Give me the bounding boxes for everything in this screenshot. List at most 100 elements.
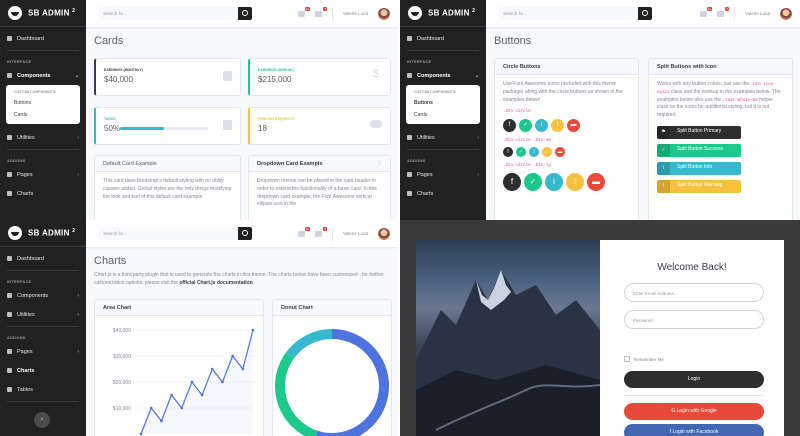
- sidebar-brand[interactable]: SB ADMIN 2: [400, 0, 486, 27]
- search-button[interactable]: [238, 227, 252, 240]
- search-button[interactable]: [238, 7, 252, 20]
- avatar[interactable]: [378, 7, 390, 20]
- sidebar-item-components[interactable]: Components ⌄: [0, 66, 86, 85]
- alerts-badge: 3+: [304, 6, 311, 11]
- trash-circle-button-sm[interactable]: ▬: [555, 147, 565, 158]
- bell-icon[interactable]: 3+: [700, 6, 713, 17]
- sidebar-item-utilities[interactable]: Utilities ›: [0, 128, 86, 147]
- check-circle-button-sm[interactable]: ✓: [516, 147, 526, 158]
- comments-icon: [370, 120, 382, 128]
- avatar[interactable]: [378, 227, 390, 240]
- sidebar-brand[interactable]: SB ADMIN 2: [0, 220, 86, 247]
- user-name[interactable]: Valerie Luna: [343, 231, 368, 236]
- folder-icon: [7, 172, 12, 177]
- dashboard-icon: [7, 256, 12, 261]
- check-icon: ✓: [657, 143, 670, 157]
- remember-me[interactable]: Remember Me: [624, 356, 664, 362]
- sidebar-item-charts[interactable]: Charts: [0, 184, 86, 203]
- ellipsis-vertical-icon[interactable]: ⋮: [377, 161, 383, 167]
- sidebar-item-dashboard[interactable]: Dashboard: [0, 29, 86, 48]
- chartjs-docs-link[interactable]: official Chart.js documentation: [179, 280, 252, 286]
- buttons-screen: SB ADMIN 2 Dashboard INTERFACE Component…: [400, 0, 800, 220]
- info-circle-button-lg[interactable]: i: [545, 172, 563, 191]
- topbar: Search for... 3+ 7 Valerie Luna: [86, 0, 398, 27]
- search-input[interactable]: Search for...: [498, 7, 638, 20]
- login-facebook-button[interactable]: f Login with Facebook: [624, 424, 764, 436]
- warning-circle-button-sm[interactable]: !: [542, 147, 552, 158]
- search-button[interactable]: [638, 7, 652, 20]
- avatar[interactable]: [780, 7, 792, 20]
- area-chart-card: Area Chart $40,000 $30,000 $20,000 $10,000: [94, 299, 264, 436]
- sidebar-brand[interactable]: SB ADMIN 2: [0, 0, 86, 27]
- login-google-button[interactable]: G Login with Google: [624, 403, 764, 420]
- info-circle-button[interactable]: i: [535, 118, 548, 132]
- envelope-icon[interactable]: 7: [717, 6, 730, 17]
- data-point: [170, 393, 173, 397]
- sidebar-item-utilities[interactable]: Utilities ›: [400, 128, 486, 147]
- circle-buttons-title: Circle Buttons: [495, 59, 638, 75]
- sidebar-item-charts[interactable]: Charts: [400, 184, 486, 203]
- charts-content: Charts Chart.js is a third party plugin …: [86, 247, 398, 436]
- sidebar-item-dashboard[interactable]: Dashboard: [400, 29, 486, 48]
- split-buttons-body: Works with any button colors, just use t…: [649, 75, 792, 204]
- info-icon: i: [657, 161, 670, 175]
- facebook-circle-button[interactable]: f: [503, 118, 516, 132]
- sidebar-item-charts[interactable]: Charts: [0, 361, 86, 380]
- bell-icon[interactable]: 3+: [298, 6, 311, 17]
- split-button-info[interactable]: i Split Button Info: [657, 161, 741, 175]
- split-button-primary[interactable]: ⚑ Split Button Primary: [657, 125, 741, 139]
- trash-circle-button[interactable]: ▬: [567, 118, 580, 132]
- sidebar-divider: [7, 270, 79, 271]
- dropdown-card-title: Dropdown Card Example: [257, 161, 323, 167]
- dropdown-card-header: Dropdown Card Example ⋮: [249, 156, 390, 172]
- submenu-item-buttons[interactable]: Buttons: [6, 97, 80, 109]
- user-name[interactable]: Valerie Luna: [745, 11, 770, 16]
- cards-content: Cards EARNINGS (MONTHLY) $40,000 EARNING…: [86, 27, 398, 220]
- sidebar-item-utilities[interactable]: Utilities ›: [0, 305, 86, 324]
- submenu-item-cards[interactable]: Cards: [406, 109, 480, 121]
- sidebar-item-pages[interactable]: Pages ›: [400, 165, 486, 184]
- code-class-default: .btn-circle: [503, 110, 531, 115]
- search-input[interactable]: Search for...: [98, 227, 238, 240]
- envelope-icon[interactable]: 7: [315, 6, 328, 17]
- email-field[interactable]: Enter Email Address...: [624, 283, 764, 302]
- submenu-item-buttons[interactable]: Buttons: [406, 97, 480, 109]
- sidebar-toggle-button[interactable]: ‹: [34, 412, 50, 428]
- info-circle-button-sm[interactable]: i: [529, 147, 539, 158]
- sidebar-item-dashboard[interactable]: Dashboard: [0, 249, 86, 268]
- charts-screen: SB ADMIN 2 Dashboard INTERFACE Component…: [0, 220, 398, 436]
- submenu-item-cards[interactable]: Cards: [6, 109, 80, 121]
- facebook-circle-button-sm[interactable]: f: [503, 147, 513, 158]
- donut-chart-card: Donut Chart: [272, 299, 392, 436]
- warning-circle-button-lg[interactable]: !: [566, 172, 584, 191]
- search-input[interactable]: Search for...: [98, 7, 238, 20]
- bell-icon[interactable]: 3+: [298, 226, 311, 237]
- trash-circle-button-lg[interactable]: ▬: [587, 172, 605, 191]
- split-button-warning[interactable]: ! Split Button Warning: [657, 179, 741, 193]
- check-circle-button[interactable]: ✓: [519, 118, 532, 132]
- components-submenu: CUSTOM COMPONENTS: Buttons Cards: [406, 85, 480, 124]
- y-tick-label: $40,000: [113, 328, 131, 334]
- page-title: Cards: [94, 35, 124, 47]
- topbar-divider: [332, 6, 334, 21]
- calendar-icon: [223, 71, 232, 81]
- sidebar-item-pages[interactable]: Pages ›: [0, 165, 86, 184]
- login-button[interactable]: Login: [624, 371, 764, 388]
- facebook-circle-button-lg[interactable]: f: [503, 172, 521, 191]
- sidebar-divider: [7, 326, 79, 327]
- warning-circle-button[interactable]: !: [551, 118, 564, 132]
- password-field[interactable]: Password: [624, 310, 764, 329]
- stat-value: $215,000: [258, 75, 292, 84]
- remember-checkbox[interactable]: [624, 356, 630, 362]
- sidebar-item-tables[interactable]: Tables: [0, 380, 86, 399]
- split-button-success[interactable]: ✓ Split Button Success: [657, 143, 741, 157]
- user-name[interactable]: Valerie Luna: [343, 11, 368, 16]
- chart-area-icon: [407, 191, 412, 196]
- chevron-right-icon: ›: [477, 171, 479, 178]
- sidebar-item-components[interactable]: Components ›: [0, 286, 86, 305]
- check-circle-button-lg[interactable]: ✓: [524, 172, 542, 191]
- remember-label: Remember Me: [634, 356, 664, 362]
- sidebar-item-components[interactable]: Components ⌄: [400, 66, 486, 85]
- sidebar-item-pages[interactable]: Pages ›: [0, 342, 86, 361]
- envelope-icon[interactable]: 7: [315, 226, 328, 237]
